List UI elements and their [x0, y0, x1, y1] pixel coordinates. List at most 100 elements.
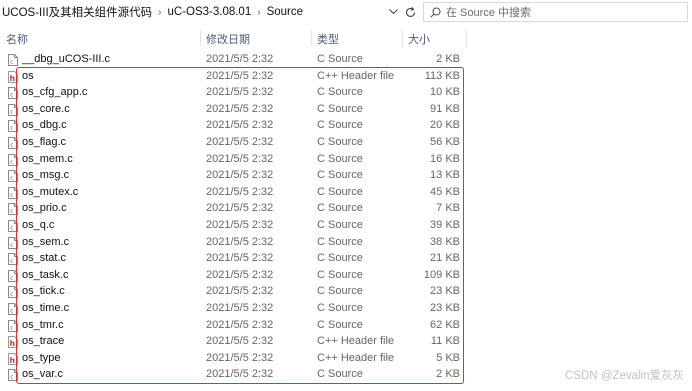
breadcrumb-item-source[interactable]: Source — [267, 6, 303, 18]
svg-text:c: c — [10, 176, 13, 182]
c-source-file-icon: c — [8, 236, 18, 249]
breadcrumb-item-root[interactable]: UCOS-III及其相关组件源代码 — [2, 4, 152, 20]
file-name: os_task.c — [22, 268, 69, 281]
file-date: 2021/5/5 2:32 — [206, 69, 274, 82]
svg-text:h: h — [10, 339, 15, 348]
address-dropdown-icon[interactable] — [387, 5, 399, 19]
file-name: os_flag.c — [22, 136, 67, 148]
svg-text:h: h — [10, 356, 15, 365]
file-size: 23 KB — [430, 302, 460, 314]
file-name: os_mutex.c — [22, 185, 79, 198]
file-size: 20 KB — [430, 119, 460, 132]
file-date: 2021/5/5 2:32 — [206, 285, 274, 298]
c-source-file-icon: c — [8, 120, 18, 133]
c-source-file-icon: c — [8, 54, 18, 66]
list-item[interactable]: c os_prio.c 2021/5/5 2:32 C Source 7 KB — [0, 201, 470, 218]
column-header-size[interactable]: 大小 — [408, 31, 430, 47]
column-divider[interactable] — [466, 30, 467, 46]
file-name: os_sem.c — [22, 235, 70, 248]
file-type: C++ Header file — [317, 69, 395, 82]
list-item[interactable]: h os_type 2021/5/5 2:32 C++ Header file 5 KB — [0, 351, 470, 368]
c-source-file-icon: c — [8, 186, 18, 199]
file-type: C Source — [317, 219, 363, 231]
list-item[interactable]: c os_cfg_app.c 2021/5/5 2:32 C Source 10 KB — [0, 85, 470, 102]
list-item[interactable]: c __dbg_uCOS-III.c 2021/5/5 2:32 C Source 2 … — [0, 52, 470, 69]
svg-text:c: c — [10, 93, 13, 99]
file-size: 2 KB — [436, 53, 460, 65]
file-size: 5 KB — [436, 351, 460, 364]
list-item[interactable]: c os_time.c 2021/5/5 2:32 C Source 23 KB — [0, 301, 470, 318]
list-item[interactable]: c os_mutex.c 2021/5/5 2:32 C Source 45 KB — [0, 185, 470, 202]
column-header-date[interactable]: 修改日期 — [206, 31, 250, 47]
file-type: C++ Header file — [317, 335, 395, 348]
list-item[interactable]: c os_task.c 2021/5/5 2:32 C Source 109 KB — [0, 268, 470, 285]
svg-text:h: h — [10, 73, 15, 82]
file-size: 2 KB — [436, 368, 460, 381]
file-date: 2021/5/5 2:32 — [206, 335, 274, 348]
file-date: 2021/5/5 2:32 — [206, 252, 274, 265]
list-item[interactable]: c os_q.c 2021/5/5 2:32 C Source 39 KB — [0, 218, 470, 235]
svg-text:c: c — [10, 375, 13, 381]
list-item[interactable]: c os_var.c 2021/5/5 2:32 C Source 2 KB — [0, 367, 470, 384]
svg-text:c: c — [10, 143, 13, 149]
file-date: 2021/5/5 2:32 — [206, 53, 274, 65]
list-item[interactable]: c os_flag.c 2021/5/5 2:32 C Source 56 KB — [0, 135, 470, 152]
file-type: C Source — [317, 285, 363, 298]
file-type: C Source — [317, 252, 363, 265]
list-item[interactable]: c os_mem.c 2021/5/5 2:32 C Source 16 KB — [0, 152, 470, 169]
file-date: 2021/5/5 2:32 — [206, 302, 274, 314]
c-source-file-icon: c — [8, 319, 18, 332]
file-date: 2021/5/5 2:32 — [206, 318, 274, 331]
breadcrumb-item-version[interactable]: uC-OS3-3.08.01 — [167, 6, 251, 18]
file-name: os_stat.c — [22, 252, 67, 265]
list-item[interactable]: c os_msg.c 2021/5/5 2:32 C Source 13 KB — [0, 168, 470, 185]
file-name: os_dbg.c — [22, 119, 67, 132]
list-item[interactable]: c os_core.c 2021/5/5 2:32 C Source 91 KB — [0, 102, 470, 119]
svg-text:c: c — [10, 325, 13, 331]
column-divider[interactable] — [200, 30, 201, 46]
svg-text:c: c — [10, 275, 13, 281]
header-file-icon: h — [8, 336, 18, 349]
breadcrumb-separator-icon[interactable]: › — [158, 7, 161, 18]
watermark: CSDN @Zevalin爱灰灰 — [564, 370, 684, 382]
file-date: 2021/5/5 2:32 — [206, 219, 274, 231]
file-size: 21 KB — [430, 252, 460, 265]
list-item[interactable]: c os_sem.c 2021/5/5 2:32 C Source 38 KB — [0, 235, 470, 252]
column-header-type[interactable]: 类型 — [317, 31, 339, 47]
list-item[interactable]: c os_tick.c 2021/5/5 2:32 C Source 23 KB — [0, 284, 470, 301]
file-size: 13 KB — [430, 169, 460, 182]
file-name: os_prio.c — [22, 202, 67, 215]
file-date: 2021/5/5 2:32 — [206, 235, 274, 248]
search-input[interactable]: 在 Source 中搜索 — [423, 2, 688, 22]
refresh-icon[interactable] — [402, 4, 418, 20]
list-item[interactable]: h os_trace 2021/5/5 2:32 C++ Header file 11 … — [0, 334, 470, 351]
c-source-file-icon: c — [8, 153, 18, 166]
file-name: os_tick.c — [22, 285, 65, 298]
svg-text:c: c — [10, 309, 13, 315]
svg-text:c: c — [10, 209, 13, 215]
file-size: 113 KB — [424, 69, 460, 82]
list-item[interactable]: c os_dbg.c 2021/5/5 2:32 C Source 20 KB — [0, 118, 470, 135]
file-size: 7 KB — [436, 202, 460, 215]
breadcrumb-separator-icon[interactable]: › — [257, 7, 260, 18]
file-size: 45 KB — [430, 185, 460, 198]
svg-text:c: c — [10, 159, 13, 165]
column-header-name[interactable]: 名称 — [6, 31, 28, 47]
file-date: 2021/5/5 2:32 — [206, 102, 274, 115]
svg-text:c: c — [10, 60, 13, 66]
file-size: 38 KB — [430, 235, 460, 248]
file-type: C Source — [317, 86, 363, 99]
file-type: C Source — [317, 119, 363, 132]
file-size: 10 KB — [430, 86, 460, 99]
file-size: 91 KB — [430, 102, 460, 115]
list-item[interactable]: h os 2021/5/5 2:32 C++ Header file 113 KB — [0, 69, 470, 86]
file-type: C Source — [317, 368, 363, 381]
column-divider[interactable] — [402, 30, 403, 46]
file-type: C Source — [317, 185, 363, 198]
list-item[interactable]: c os_stat.c 2021/5/5 2:32 C Source 21 KB — [0, 251, 470, 268]
svg-text:c: c — [10, 292, 13, 298]
svg-text:c: c — [10, 109, 13, 115]
list-item[interactable]: c os_tmr.c 2021/5/5 2:32 C Source 62 KB — [0, 318, 470, 335]
column-divider[interactable] — [311, 30, 312, 46]
c-source-file-icon: c — [8, 170, 18, 183]
